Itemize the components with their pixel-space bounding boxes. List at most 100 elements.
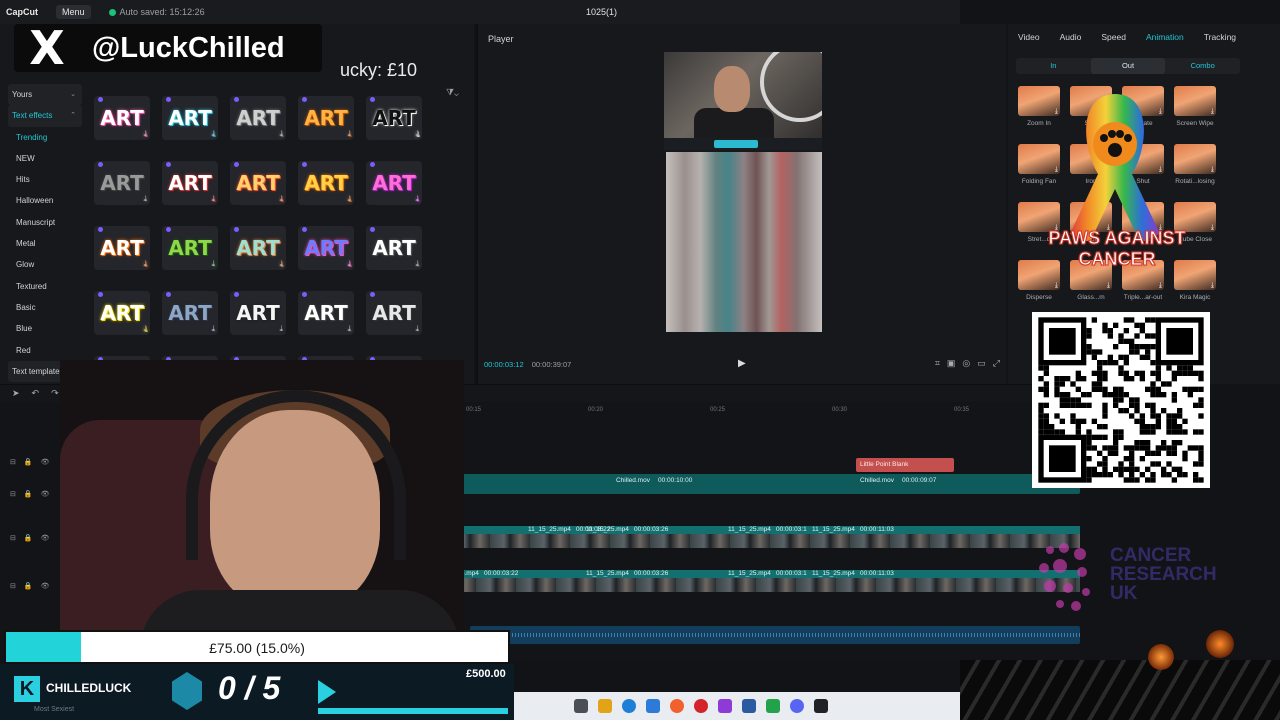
quality-icon[interactable]: ▣ — [947, 358, 956, 369]
text-effect-tile[interactable]: ART⤓ — [298, 161, 354, 205]
text-effect-tile[interactable]: ART⤓ — [94, 96, 150, 140]
download-icon[interactable]: ⤓ — [211, 324, 215, 334]
download-icon[interactable]: ⤓ — [143, 194, 147, 204]
taskbar-app-icon[interactable] — [646, 699, 660, 713]
overlay-track[interactable]: 00:00:10:00Chilled.mov00:00:10:00Chilled… — [396, 474, 1080, 494]
category-item[interactable]: Trending — [8, 127, 82, 148]
category-item[interactable]: Basic — [8, 297, 82, 318]
text-clip[interactable]: Little Point Blank — [856, 458, 954, 472]
text-effect-tile[interactable]: ART⤓ — [162, 291, 218, 335]
audio-track[interactable] — [470, 626, 1080, 644]
track-type-icon[interactable]: ⊟ — [10, 582, 16, 590]
text-effect-tile[interactable]: ART⤓ — [366, 226, 422, 270]
category-item[interactable]: Text effects ⌃ — [8, 105, 82, 127]
text-effect-tile[interactable]: ART⤓ — [230, 226, 286, 270]
download-icon[interactable]: ⤓ — [279, 129, 283, 139]
download-icon[interactable]: ⤓ — [415, 194, 419, 204]
text-effect-tile[interactable]: ART⤓ — [366, 96, 422, 140]
track-type-icon[interactable]: ⊟ — [10, 534, 16, 542]
download-icon[interactable]: ⤓ — [347, 259, 351, 269]
download-icon[interactable]: ⤓ — [143, 324, 147, 334]
filter-icon[interactable]: ⧩⌄ — [446, 87, 459, 98]
lock-icon[interactable]: 🔒 — [24, 534, 33, 542]
track-type-icon[interactable]: ⊟ — [10, 490, 16, 498]
download-icon[interactable]: ⤓ — [415, 129, 419, 139]
subtab-out[interactable]: Out — [1090, 58, 1166, 74]
category-item[interactable]: Halloween — [8, 190, 82, 211]
lock-icon[interactable]: 🔒 — [24, 458, 33, 466]
redo-icon[interactable]: ↷ — [51, 388, 59, 399]
taskbar-app-icon[interactable] — [814, 699, 828, 713]
track-type-icon[interactable]: ⊟ — [10, 458, 16, 466]
snapshot-icon[interactable]: ◎ — [962, 358, 970, 369]
subtab-combo[interactable]: Combo — [1165, 58, 1240, 74]
visibility-icon[interactable]: 👁 — [41, 490, 50, 498]
category-item[interactable]: Blue — [8, 318, 82, 339]
download-icon[interactable]: ⤓ — [1211, 282, 1214, 290]
play-icon[interactable]: ▶ — [738, 358, 746, 369]
download-icon[interactable]: ⤓ — [1211, 224, 1214, 232]
visibility-icon[interactable]: 👁 — [41, 534, 50, 542]
text-effect-tile[interactable]: ART⤓ — [162, 96, 218, 140]
category-item[interactable]: Textured — [8, 276, 82, 297]
video-track[interactable]: ...04:2511_15_25.mp400:00:03:2211_15_25.… — [370, 526, 1080, 548]
taskbar-app-icon[interactable] — [670, 699, 684, 713]
text-effect-tile[interactable]: ART⤓ — [94, 226, 150, 270]
download-icon[interactable]: ⤓ — [143, 129, 147, 139]
taskbar-app-icon[interactable] — [598, 699, 612, 713]
download-icon[interactable]: ⤓ — [279, 194, 283, 204]
category-item[interactable]: Yours ⌄ — [8, 84, 82, 106]
download-icon[interactable]: ⤓ — [211, 194, 215, 204]
ratio-icon[interactable]: ▭ — [977, 358, 986, 369]
text-effect-tile[interactable]: ART⤓ — [230, 161, 286, 205]
menu-button[interactable]: Menu — [56, 5, 91, 19]
text-effect-tile[interactable]: ART⤓ — [94, 161, 150, 205]
text-effect-tile[interactable]: ART⤓ — [162, 161, 218, 205]
text-effect-tile[interactable]: ART⤓ — [230, 291, 286, 335]
taskbar-app-icon[interactable] — [574, 699, 588, 713]
download-icon[interactable]: ⤓ — [1211, 166, 1214, 174]
category-item[interactable]: Red — [8, 340, 82, 361]
category-item[interactable]: Hits — [8, 169, 82, 190]
category-item[interactable]: Manuscript — [8, 212, 82, 233]
download-icon[interactable]: ⤓ — [279, 324, 283, 334]
undo-icon[interactable]: ↶ — [32, 388, 40, 399]
text-effect-tile[interactable]: ART⤓ — [94, 291, 150, 335]
text-effect-tile[interactable]: ART⤓ — [162, 226, 218, 270]
visibility-icon[interactable]: 👁 — [41, 582, 50, 590]
lock-icon[interactable]: 🔒 — [24, 490, 33, 498]
taskbar-app-icon[interactable] — [766, 699, 780, 713]
category-item[interactable]: Metal — [8, 233, 82, 254]
download-icon[interactable]: ⤓ — [279, 259, 283, 269]
text-effect-tile[interactable]: ART⤓ — [298, 226, 354, 270]
download-icon[interactable]: ⤓ — [347, 324, 351, 334]
download-icon[interactable]: ⤓ — [415, 324, 419, 334]
download-icon[interactable]: ⤓ — [347, 194, 351, 204]
tab-animation[interactable]: Animation — [1146, 32, 1184, 42]
tab-tracking[interactable]: Tracking — [1204, 32, 1236, 42]
video-track[interactable]: 11_15_25.mp4 00:00:03:22 11_15_25.mp4 00:00… — [436, 570, 1080, 592]
crop-icon[interactable]: ⌗ — [935, 358, 940, 369]
select-icon[interactable]: ➤ — [12, 388, 20, 399]
tab-speed[interactable]: Speed — [1101, 32, 1126, 42]
download-icon[interactable]: ⤓ — [415, 259, 419, 269]
text-effect-tile[interactable]: ART⤓ — [298, 291, 354, 335]
text-effect-tile[interactable]: ART⤓ — [298, 96, 354, 140]
download-icon[interactable]: ⤓ — [143, 259, 147, 269]
lock-icon[interactable]: 🔒 — [24, 582, 33, 590]
text-effect-tile[interactable]: ART⤓ — [366, 161, 422, 205]
taskbar-app-icon[interactable] — [742, 699, 756, 713]
tab-video[interactable]: Video — [1018, 32, 1040, 42]
taskbar-app-icon[interactable] — [694, 699, 708, 713]
download-icon[interactable]: ⤓ — [347, 129, 351, 139]
tab-audio[interactable]: Audio — [1060, 32, 1082, 42]
qr-code[interactable] — [1032, 312, 1210, 488]
download-icon[interactable]: ⤓ — [1211, 108, 1214, 116]
text-effect-tile[interactable]: ART⤓ — [230, 96, 286, 140]
taskbar-app-icon[interactable] — [790, 699, 804, 713]
category-item[interactable]: Glow — [8, 254, 82, 275]
taskbar-app-icon[interactable] — [718, 699, 732, 713]
download-icon[interactable]: ⤓ — [211, 259, 215, 269]
visibility-icon[interactable]: 👁 — [41, 458, 50, 466]
fullscreen-icon[interactable]: ⤢ — [993, 358, 1000, 369]
